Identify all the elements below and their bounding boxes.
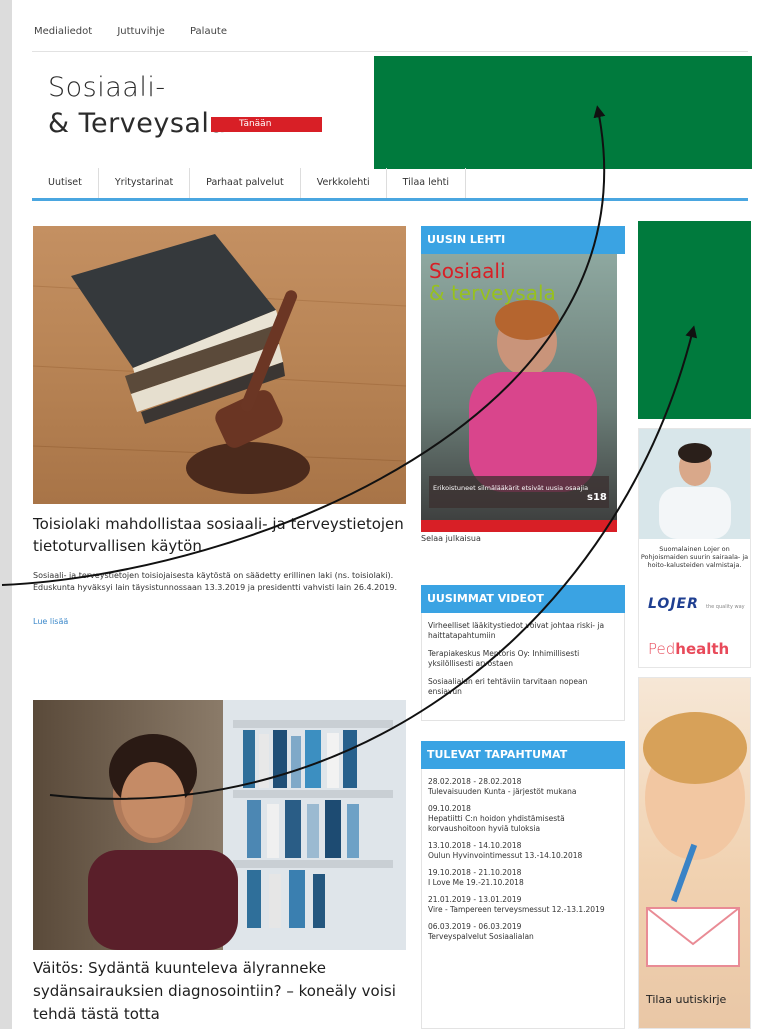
pedhealth-logo-ped: Ped bbox=[648, 640, 676, 658]
nav-yritystarinat[interactable]: Yritystarinat bbox=[99, 168, 191, 198]
event-item[interactable]: 19.10.2018 - 21.10.2018 I Love Me 19.-21… bbox=[428, 868, 618, 888]
nav-tilaa-lehti[interactable]: Tilaa lehti bbox=[387, 168, 466, 198]
event-item[interactable]: 09.10.2018 Hepatiitti C:n hoidon yhdistä… bbox=[428, 804, 618, 834]
cover-badge: s18 bbox=[587, 492, 607, 503]
page-left-edge bbox=[0, 0, 12, 1029]
event-item[interactable]: 28.02.2018 - 28.02.2018 Tulevaisuuden Ku… bbox=[428, 777, 618, 797]
read-more-link[interactable]: Lue lisää bbox=[33, 617, 68, 626]
article-title-toisiolaki[interactable]: Toisiolaki mahdollistaa sosiaali- ja ter… bbox=[33, 513, 408, 557]
toplink-medialiedot[interactable]: Medialiedot bbox=[34, 26, 92, 37]
nav-parhaat-palvelut[interactable]: Parhaat palvelut bbox=[190, 168, 301, 198]
right-ad-banner[interactable] bbox=[638, 221, 751, 419]
article-image-gavel[interactable] bbox=[33, 226, 406, 504]
toplink-palaute[interactable]: Palaute bbox=[190, 26, 227, 37]
lojer-logo[interactable]: LOJER bbox=[648, 596, 699, 612]
event-title: Hepatiitti C:n hoidon yhdistämisestä kor… bbox=[428, 814, 565, 833]
video-item[interactable]: Virheelliset lääkitystiedot voivat johta… bbox=[428, 621, 618, 641]
video-item[interactable]: Sosiaalialan eri tehtäviin tarvitaan nop… bbox=[428, 677, 618, 697]
event-item[interactable]: 06.03.2019 - 06.03.2019 Terveyspalvelut … bbox=[428, 922, 618, 942]
event-title: Tulevaisuuden Kunta - järjestöt mukana bbox=[428, 787, 577, 796]
magazine-cover[interactable]: Sosiaali & terveysala Erikoistuneet silm… bbox=[421, 254, 617, 532]
article-image-library[interactable] bbox=[33, 700, 406, 950]
newsletter-subscribe-label[interactable]: Tilaa uutiskirje bbox=[646, 993, 726, 1006]
event-title: Vire - Tampereen terveysmessut 12.-13.1.… bbox=[428, 905, 605, 914]
videos-list: Virheelliset lääkitystiedot voivat johta… bbox=[421, 613, 625, 721]
event-date: 28.02.2018 - 28.02.2018 bbox=[428, 777, 522, 786]
lojer-ad-person-hair bbox=[678, 443, 712, 463]
lojer-ad-person-coat bbox=[659, 487, 731, 539]
cover-title-2: & terveysala bbox=[429, 281, 556, 305]
pedhealth-logo[interactable]: Pedhealth bbox=[648, 640, 729, 658]
event-date: 21.01.2019 - 13.01.2019 bbox=[428, 895, 522, 904]
cover-footer-bar bbox=[421, 520, 617, 532]
browse-issue-link[interactable]: Selaa julkaisua bbox=[421, 534, 481, 543]
videos-heading: UUSIMMAT VIDEOT bbox=[421, 585, 625, 613]
event-item[interactable]: 13.10.2018 - 14.10.2018 Oulun Hyvinvoint… bbox=[428, 841, 618, 861]
top-divider bbox=[32, 51, 748, 52]
site-logo-line1[interactable]: Sosiaali- bbox=[48, 72, 166, 103]
nav-uutiset[interactable]: Uutiset bbox=[32, 168, 99, 198]
latest-issue-heading: UUSIN LEHTI bbox=[421, 226, 625, 254]
toplink-juttuvihje[interactable]: Juttuvihje bbox=[117, 26, 164, 37]
top-links: Medialiedot Juttuvihje Palaute bbox=[34, 26, 249, 37]
cover-headline: Erikoistuneet silmälääkärit etsivät uusi… bbox=[433, 484, 588, 492]
cover-person bbox=[469, 300, 597, 492]
bookshelves bbox=[223, 700, 406, 950]
events-list: 28.02.2018 - 28.02.2018 Tulevaisuuden Ku… bbox=[421, 769, 625, 1029]
site-logo-tag: Tänään bbox=[211, 117, 322, 132]
site-logo-line2[interactable]: & Terveysala bbox=[48, 108, 226, 139]
video-item[interactable]: Terapiakeskus Mentoris Oy: Inhimillisest… bbox=[428, 649, 618, 669]
nav-verkkolehti[interactable]: Verkkolehti bbox=[301, 168, 387, 198]
top-ad-banner[interactable] bbox=[374, 56, 752, 169]
envelope-icon bbox=[646, 907, 740, 967]
lojer-ad-text: Suomalainen Lojer on Pohjoismaiden suuri… bbox=[640, 545, 749, 569]
article-title-vaitos[interactable]: Väitös: Sydäntä kuunteleva älyranneke sy… bbox=[33, 957, 408, 1026]
main-nav: Uutiset Yritystarinat Parhaat palvelut V… bbox=[32, 168, 466, 198]
cover-title-1: Sosiaali bbox=[429, 259, 506, 283]
event-item[interactable]: 21.01.2019 - 13.01.2019 Vire - Tampereen… bbox=[428, 895, 618, 915]
child-hair bbox=[643, 712, 747, 784]
event-date: 13.10.2018 - 14.10.2018 bbox=[428, 841, 522, 850]
event-date: 09.10.2018 bbox=[428, 804, 471, 813]
pedhealth-logo-health: health bbox=[675, 640, 730, 658]
event-title: I Love Me 19.-21.10.2018 bbox=[428, 878, 524, 887]
lojer-tagline: the quality way bbox=[706, 604, 745, 610]
event-title: Terveyspalvelut Sosiaalialan bbox=[428, 932, 534, 941]
nav-underline bbox=[32, 198, 748, 201]
event-date: 06.03.2019 - 06.03.2019 bbox=[428, 922, 522, 931]
event-title: Oulun Hyvinvointimessut 13.-14.10.2018 bbox=[428, 851, 583, 860]
person bbox=[88, 734, 238, 950]
events-heading: TULEVAT TAPAHTUMAT bbox=[421, 741, 625, 769]
cover-headline-bg bbox=[429, 476, 609, 508]
newsletter-ad[interactable] bbox=[638, 677, 751, 1029]
event-date: 19.10.2018 - 21.10.2018 bbox=[428, 868, 522, 877]
article-excerpt-toisiolaki: Sosiaali- ja terveystietojen toisiojaise… bbox=[33, 571, 398, 592]
